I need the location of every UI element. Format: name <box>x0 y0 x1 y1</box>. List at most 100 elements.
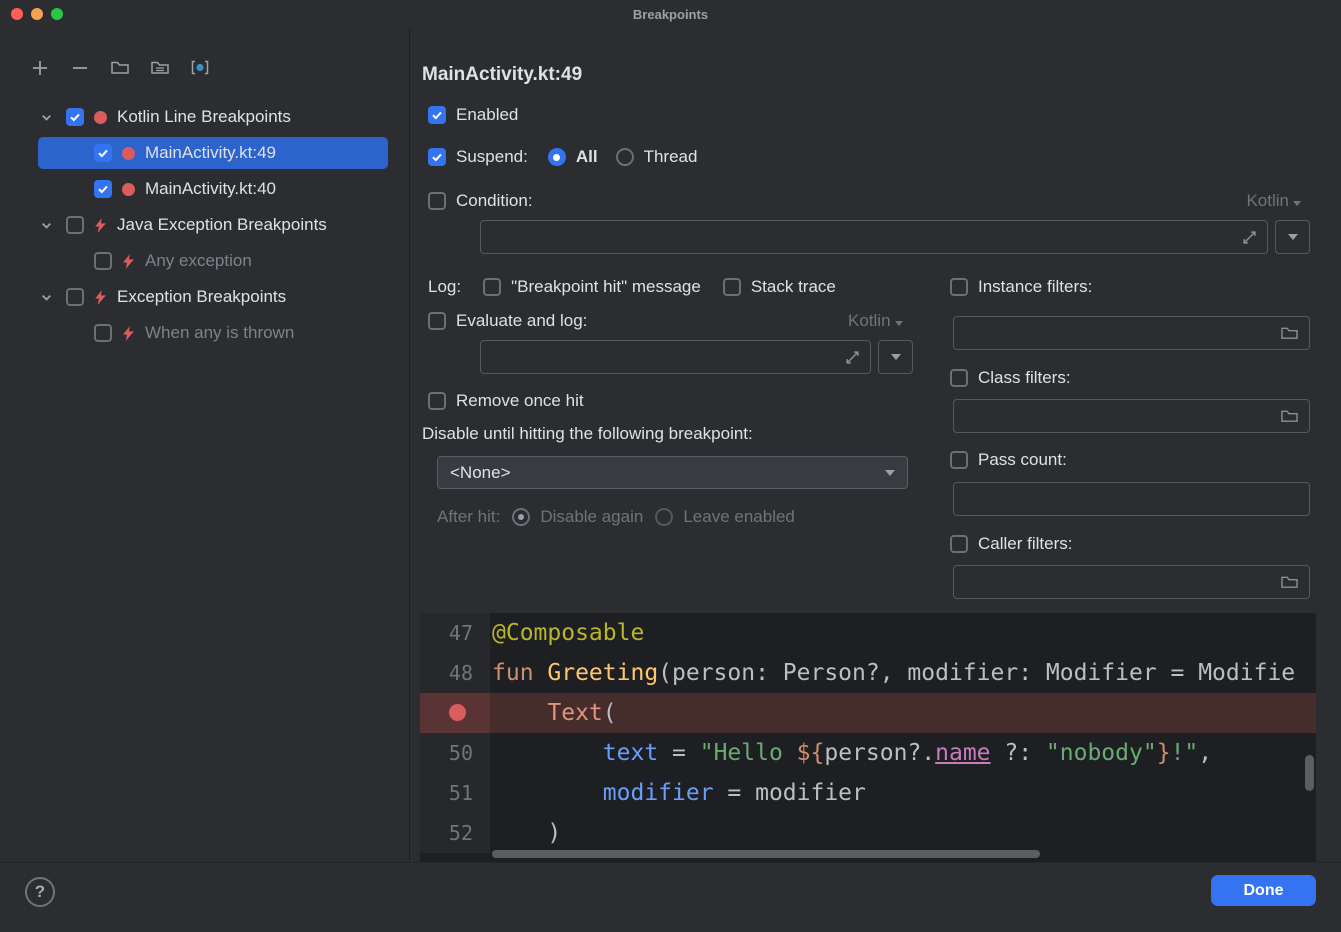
suspend-row: Suspend: All Thread <box>428 144 697 170</box>
instance-filters-row[interactable]: Instance filters: <box>950 274 1092 300</box>
tree-group-kotlin-line-breakpoints[interactable]: Kotlin Line Breakpoints <box>0 99 409 135</box>
zoom-window-button[interactable] <box>51 8 63 20</box>
suspend-thread-label: Thread <box>644 147 698 167</box>
window-title: Breakpoints <box>633 7 708 22</box>
line-number: 47 <box>420 613 490 653</box>
expand-icon[interactable] <box>1242 230 1257 245</box>
caller-filters-label: Caller filters: <box>978 534 1072 554</box>
done-button[interactable]: Done <box>1211 875 1316 906</box>
suspend-checkbox[interactable] <box>428 148 446 166</box>
window-controls <box>11 8 63 20</box>
add-breakpoint-button[interactable] <box>26 54 53 81</box>
chevron-down-icon[interactable] <box>36 291 56 304</box>
evaluate-input[interactable] <box>480 340 871 374</box>
expand-icon[interactable] <box>845 350 860 365</box>
radio-disable-again[interactable] <box>512 508 530 526</box>
breakpoints-tree-panel: Kotlin Line Breakpoints MainActivity.kt:… <box>0 28 410 862</box>
log-message-checkbox[interactable] <box>483 278 501 296</box>
tree-item-mainactivity-40[interactable]: MainActivity.kt:40 <box>0 171 409 207</box>
breakpoint-enabled-checkbox[interactable] <box>94 144 112 162</box>
folder-icon[interactable] <box>1280 574 1299 590</box>
stack-trace-option[interactable]: Stack trace <box>723 277 836 297</box>
tree-group-java-exception-breakpoints[interactable]: Java Exception Breakpoints <box>0 207 409 243</box>
instance-filters-checkbox[interactable] <box>950 278 968 296</box>
group-by-file-button[interactable] <box>106 54 133 81</box>
evaluate-label: Evaluate and log: <box>456 311 587 331</box>
instance-filters-label: Instance filters: <box>978 277 1092 297</box>
help-button[interactable]: ? <box>25 877 55 907</box>
breakpoint-dot-icon[interactable] <box>449 704 466 721</box>
after-hit-disable-option[interactable]: Disable again <box>512 507 643 527</box>
vertical-scrollbar[interactable] <box>1305 755 1314 791</box>
tree-item-label: When any is thrown <box>145 323 294 343</box>
class-filters-label: Class filters: <box>978 368 1071 388</box>
suspend-all-label: All <box>576 147 598 167</box>
breakpoint-gutter[interactable] <box>420 693 490 733</box>
remove-breakpoint-button[interactable] <box>66 54 93 81</box>
enabled-checkbox[interactable] <box>428 106 446 124</box>
remove-once-hit-checkbox[interactable] <box>428 392 446 410</box>
folder-icon[interactable] <box>1280 408 1299 424</box>
breakpoint-enabled-checkbox[interactable] <box>94 180 112 198</box>
pass-count-input[interactable] <box>953 482 1310 516</box>
chevron-down-icon <box>1293 201 1301 206</box>
class-filters-row[interactable]: Class filters: <box>950 365 1071 391</box>
group-enabled-checkbox[interactable] <box>66 108 84 126</box>
suspend-all-option[interactable]: All <box>548 147 598 167</box>
caller-filters-row[interactable]: Caller filters: <box>950 531 1072 557</box>
log-message-option[interactable]: "Breakpoint hit" message <box>483 277 701 297</box>
evaluate-language-chooser[interactable]: Kotlin <box>848 311 903 331</box>
chevron-down-icon[interactable] <box>36 111 56 124</box>
condition-language-chooser[interactable]: Kotlin <box>1246 191 1301 211</box>
chevron-down-icon[interactable] <box>36 219 56 232</box>
titlebar: Breakpoints <box>0 0 1341 28</box>
folder-icon[interactable] <box>1280 325 1299 341</box>
line-number: 48 <box>420 653 490 693</box>
tree-group-exception-breakpoints[interactable]: Exception Breakpoints <box>0 279 409 315</box>
radio-thread[interactable] <box>616 148 634 166</box>
plus-icon <box>31 59 49 77</box>
tree-item-when-any-is-thrown[interactable]: When any is thrown <box>0 315 409 351</box>
stack-trace-checkbox[interactable] <box>723 278 741 296</box>
pass-count-checkbox[interactable] <box>950 451 968 469</box>
remove-once-hit-label: Remove once hit <box>456 391 584 411</box>
after-hit-leave-option[interactable]: Leave enabled <box>655 507 795 527</box>
tree-group-label: Exception Breakpoints <box>117 287 286 307</box>
condition-history-dropdown-button[interactable] <box>1275 220 1310 254</box>
disable-until-combobox[interactable]: <None> <box>437 456 908 489</box>
minimize-window-button[interactable] <box>31 8 43 20</box>
enabled-row: Enabled <box>428 102 518 128</box>
instance-filters-input[interactable] <box>953 316 1310 350</box>
stack-trace-label: Stack trace <box>751 277 836 297</box>
tree-item-any-exception[interactable]: Any exception <box>0 243 409 279</box>
caller-filters-checkbox[interactable] <box>950 535 968 553</box>
class-filters-input[interactable] <box>953 399 1310 433</box>
group-by-class-button[interactable] <box>186 54 213 81</box>
check-icon <box>431 151 443 163</box>
code-area: 47@Composable48fun Greeting(person: Pers… <box>420 613 1316 853</box>
radio-all[interactable] <box>548 148 566 166</box>
breakpoint-enabled-checkbox[interactable] <box>94 252 112 270</box>
log-message-label: "Breakpoint hit" message <box>511 277 701 297</box>
group-enabled-checkbox[interactable] <box>66 288 84 306</box>
radio-leave-enabled[interactable] <box>655 508 673 526</box>
condition-input[interactable] <box>480 220 1268 254</box>
group-enabled-checkbox[interactable] <box>66 216 84 234</box>
close-window-button[interactable] <box>11 8 23 20</box>
tree-item-mainactivity-49[interactable]: MainActivity.kt:49 <box>0 135 409 171</box>
tree-item-label: Any exception <box>145 251 252 271</box>
suspend-thread-option[interactable]: Thread <box>616 147 698 167</box>
line-number: 52 <box>420 813 490 853</box>
class-filters-checkbox[interactable] <box>950 369 968 387</box>
chevron-down-icon <box>885 470 895 476</box>
line-breakpoint-icon <box>122 183 135 196</box>
pass-count-row[interactable]: Pass count: <box>950 447 1067 473</box>
condition-checkbox[interactable] <box>428 192 446 210</box>
evaluate-checkbox[interactable] <box>428 312 446 330</box>
group-by-package-button[interactable] <box>146 54 173 81</box>
remove-once-hit-row[interactable]: Remove once hit <box>428 388 584 414</box>
caller-filters-input[interactable] <box>953 565 1310 599</box>
horizontal-scrollbar[interactable] <box>492 850 1040 858</box>
breakpoint-enabled-checkbox[interactable] <box>94 324 112 342</box>
evaluate-history-dropdown-button[interactable] <box>878 340 913 374</box>
